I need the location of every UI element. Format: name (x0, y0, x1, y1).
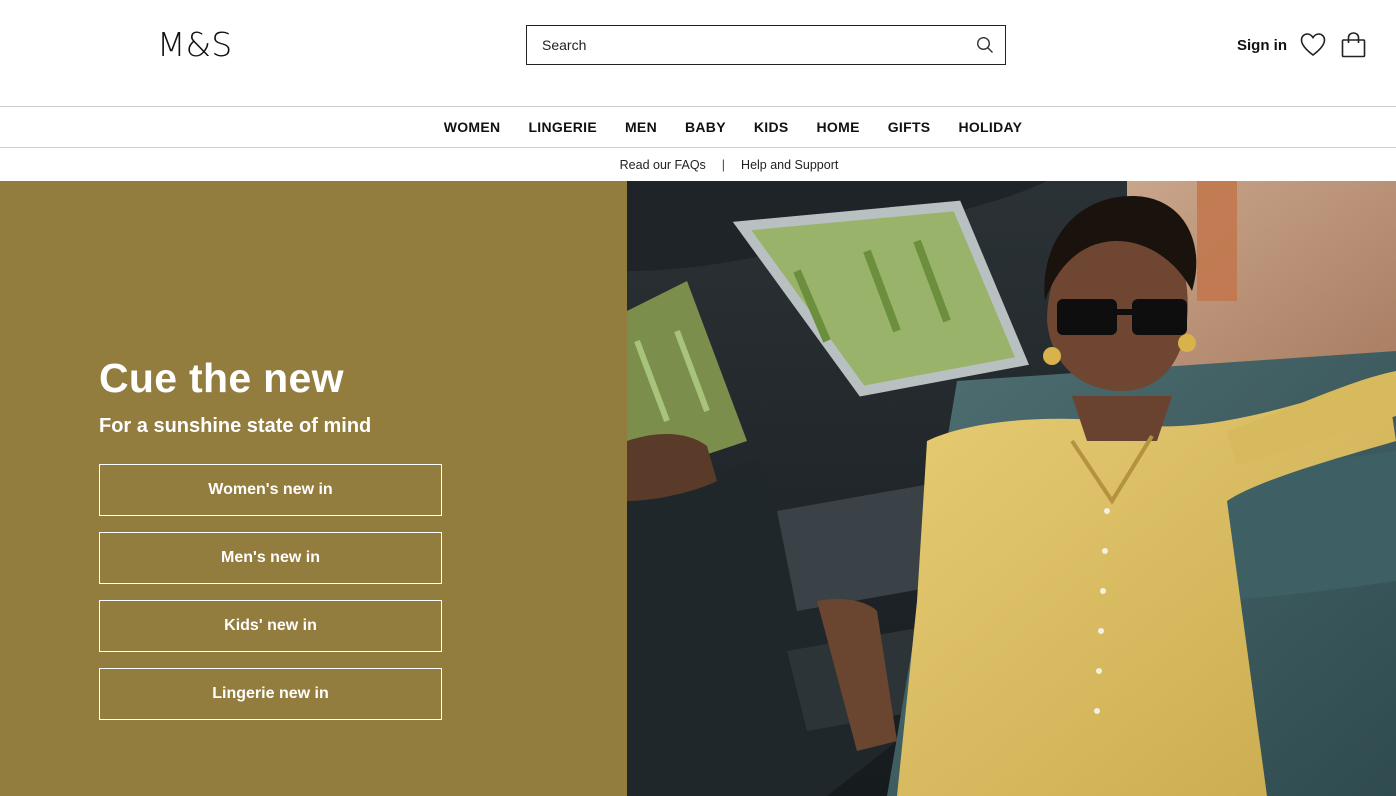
faqs-link[interactable]: Read our FAQs (620, 158, 706, 172)
nav-item-women[interactable]: WOMEN (444, 119, 501, 135)
nav-item-home[interactable]: HOME (817, 119, 860, 135)
nav-item-lingerie[interactable]: LINGERIE (528, 119, 597, 135)
nav-item-men[interactable]: MEN (625, 119, 657, 135)
nav-item-gifts[interactable]: GIFTS (888, 119, 931, 135)
ms-logo[interactable]: M&S (157, 26, 232, 64)
shopping-bag-icon[interactable] (1340, 31, 1367, 59)
heart-icon[interactable] (1299, 31, 1327, 59)
search-icon[interactable] (965, 26, 1005, 64)
womens-new-in-button[interactable]: Women's new in (99, 464, 442, 516)
lingerie-new-in-button[interactable]: Lingerie new in (99, 668, 442, 720)
search-input[interactable] (527, 26, 965, 64)
help-support-link[interactable]: Help and Support (741, 158, 838, 172)
hero-subtitle: For a sunshine state of mind (99, 415, 372, 437)
nav-item-baby[interactable]: BABY (685, 119, 726, 135)
separator: | (721, 157, 726, 172)
site-header: M&S Sign in (0, 0, 1396, 106)
hero-photo[interactable] (627, 181, 1396, 796)
main-navigation: WOMEN LINGERIE MEN BABY KIDS HOME GIFTS … (0, 106, 1396, 148)
sign-in-link[interactable]: Sign in (1237, 36, 1287, 56)
mens-new-in-button[interactable]: Men's new in (99, 532, 442, 584)
nav-item-kids[interactable]: KIDS (754, 119, 789, 135)
search-bar (526, 25, 1006, 65)
hero-title: Cue the new (99, 355, 344, 401)
help-bar: Read our FAQs | Help and Support (0, 148, 1396, 181)
nav-item-holiday[interactable]: HOLIDAY (958, 119, 1022, 135)
kids-new-in-button[interactable]: Kids' new in (99, 600, 442, 652)
